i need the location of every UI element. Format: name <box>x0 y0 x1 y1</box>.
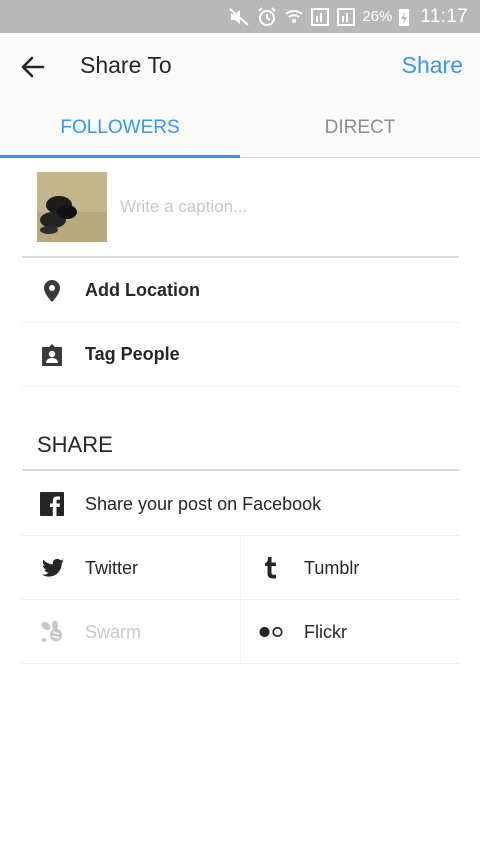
share-heading-label: SHARE <box>37 432 113 457</box>
twitter-label: Twitter <box>85 558 139 578</box>
status-bar: 26% 11:17 <box>0 0 480 33</box>
audience-tabs: FOLLOWERS DIRECT <box>0 99 480 158</box>
clock: 11:17 <box>420 5 468 27</box>
swarm-label: Swarm <box>85 622 142 642</box>
share-facebook-row[interactable]: Share your post on Facebook <box>22 472 459 536</box>
post-thumbnail <box>37 172 107 242</box>
tag-people-label: Tag People <box>85 344 180 364</box>
tab-direct[interactable]: DIRECT <box>240 99 480 157</box>
tab-followers[interactable]: FOLLOWERS <box>0 99 240 157</box>
mute-icon <box>228 7 250 27</box>
share-twitter-cell[interactable]: Twitter <box>22 536 241 600</box>
share-swarm-cell[interactable]: Swarm <box>22 600 241 664</box>
twitter-icon <box>42 558 64 577</box>
arrow-left-icon <box>21 56 45 78</box>
flickr-label: Flickr <box>304 622 347 642</box>
sim1-signal-icon <box>310 7 330 27</box>
app-header: Share To Share <box>0 33 480 99</box>
tag-people-icon <box>42 344 62 366</box>
swarm-icon <box>41 620 62 642</box>
page-title: Share To <box>80 52 172 78</box>
share-button[interactable]: Share <box>402 52 463 79</box>
tag-people-row[interactable]: Tag People <box>22 323 459 387</box>
status-icons: 26% 11:17 <box>228 0 468 33</box>
battery-percent: 26% <box>362 8 393 25</box>
tumblr-icon <box>265 557 276 579</box>
facebook-label: Share your post on Facebook <box>85 494 322 514</box>
back-button[interactable] <box>18 52 48 82</box>
tumblr-label: Tumblr <box>304 558 360 578</box>
share-flickr-cell[interactable]: Flickr <box>240 600 459 664</box>
caption-input[interactable] <box>120 194 440 220</box>
caption-row <box>22 158 459 258</box>
photo-thumbnail-image <box>37 172 107 242</box>
add-location-label: Add Location <box>85 280 200 300</box>
share-section-heading: SHARE <box>22 410 459 471</box>
facebook-icon <box>40 492 64 516</box>
share-tumblr-cell[interactable]: Tumblr <box>240 536 459 600</box>
flickr-icon <box>259 626 283 638</box>
wifi-icon <box>284 7 304 27</box>
battery-charging-icon <box>398 7 410 27</box>
add-location-row[interactable]: Add Location <box>22 259 459 323</box>
alarm-icon <box>256 6 278 28</box>
location-pin-icon <box>44 280 60 302</box>
sim2-signal-icon <box>336 7 356 27</box>
